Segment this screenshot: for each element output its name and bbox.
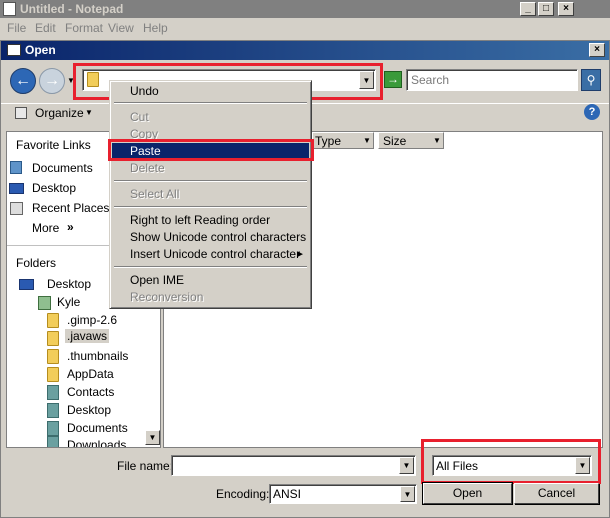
submenu-arrow-icon: ▶: [297, 251, 303, 258]
menu-separator: [114, 102, 307, 104]
tree-clip: Downloads: [7, 435, 160, 447]
documents-icon: [10, 161, 22, 174]
encoding-value: ANSI: [273, 487, 302, 501]
search-placeholder: Search: [411, 73, 450, 87]
annotation-box-paste: [108, 139, 314, 161]
menu-separator: [114, 206, 307, 208]
dialog-icon: [7, 44, 21, 56]
minimize-button[interactable]: _: [520, 2, 536, 16]
favorite-more[interactable]: More: [32, 221, 59, 235]
downloads-folder-icon: [47, 436, 59, 447]
menu-item-open-ime[interactable]: Open IME: [112, 272, 309, 289]
organize-chevron-icon[interactable]: ▼: [85, 108, 93, 117]
tree-item-downloads[interactable]: Downloads: [67, 438, 126, 447]
menu-format[interactable]: Format: [65, 21, 103, 35]
help-icon[interactable]: ?: [584, 104, 600, 120]
organize-label[interactable]: Organize: [35, 106, 84, 120]
tree-item-javaws[interactable]: .javaws: [65, 329, 110, 343]
menu-view[interactable]: View: [108, 21, 134, 35]
folder-icon: [47, 367, 59, 382]
back-arrow-icon: ←: [15, 72, 31, 89]
search-input[interactable]: Search: [406, 69, 578, 91]
chevron-down-icon[interactable]: ▼: [433, 136, 441, 145]
file-name-dropdown-button[interactable]: ▼: [399, 457, 414, 474]
tree-item-desktop[interactable]: Desktop: [47, 277, 91, 291]
menu-item-undo[interactable]: Undo: [112, 83, 309, 100]
documents-folder-icon: [47, 421, 59, 436]
encoding-label: Encoding:: [216, 487, 270, 501]
user-folder-icon: [38, 296, 51, 310]
menu-item-rtl-reading[interactable]: Right to left Reading order: [112, 212, 309, 229]
tree-item-gimp[interactable]: .gimp-2.6: [67, 313, 117, 327]
favorite-recent-places[interactable]: Recent Places: [32, 201, 109, 215]
open-button[interactable]: Open: [422, 482, 513, 505]
desktop-folder-icon: [47, 403, 59, 418]
more-chevron-icon[interactable]: »: [67, 220, 74, 234]
tree-item-desktop-2[interactable]: Desktop: [67, 403, 111, 417]
favorite-links-heading: Favorite Links: [16, 138, 91, 152]
menu-file[interactable]: File: [7, 21, 26, 35]
notepad-menu-bar: File Edit Format View Help: [0, 18, 610, 38]
tree-item-kyle[interactable]: Kyle: [57, 295, 80, 309]
chevron-down-icon[interactable]: ▼: [363, 136, 371, 145]
menu-edit[interactable]: Edit: [35, 21, 56, 35]
annotation-box-filter: [421, 439, 601, 484]
menu-item-delete[interactable]: Delete: [112, 160, 309, 177]
menu-item-cut[interactable]: Cut: [112, 109, 309, 126]
dialog-title-bar: Open ×: [1, 41, 609, 60]
forward-button[interactable]: →: [39, 68, 65, 94]
folder-icon: [47, 313, 59, 328]
forward-arrow-icon: →: [44, 72, 60, 89]
menu-item-select-all[interactable]: Select All: [112, 186, 309, 203]
notepad-title: Untitled - Notepad: [20, 2, 124, 16]
tree-item-appdata[interactable]: AppData: [67, 367, 114, 381]
menu-separator: [114, 180, 307, 182]
folder-icon: [47, 331, 59, 346]
tree-item-documents[interactable]: Documents: [67, 421, 128, 435]
tree-desktop-icon: [19, 279, 34, 290]
dialog-close-button[interactable]: ×: [589, 43, 605, 57]
organize-icon: [15, 107, 27, 119]
favorite-desktop[interactable]: Desktop: [32, 181, 76, 195]
tree-item-contacts[interactable]: Contacts: [67, 385, 114, 399]
cancel-button[interactable]: Cancel: [514, 483, 599, 504]
go-arrow-icon[interactable]: →: [384, 71, 402, 88]
file-name-label: File name:: [117, 459, 174, 473]
folders-heading: Folders: [16, 256, 57, 270]
file-name-input[interactable]: ▼: [171, 455, 416, 476]
menu-item-insert-unicode[interactable]: Insert Unicode control character ▶: [112, 246, 309, 263]
dialog-title: Open: [25, 43, 56, 57]
close-button[interactable]: ×: [558, 2, 574, 16]
tree-scroll-down-button[interactable]: ▼: [145, 430, 160, 445]
encoding-select[interactable]: ANSI ▼: [269, 484, 417, 504]
tree-item-thumbnails[interactable]: .thumbnails: [67, 349, 128, 363]
context-menu: Undo Cut Copy Paste Delete Select All Ri…: [109, 80, 312, 309]
notepad-title-bar: Untitled - Notepad _ □ ×: [0, 0, 610, 18]
back-button[interactable]: ←: [10, 68, 36, 94]
column-type[interactable]: Type ▼: [312, 132, 374, 149]
menu-item-show-unicode[interactable]: Show Unicode control characters: [112, 229, 309, 246]
menu-item-reconversion[interactable]: Reconversion: [112, 289, 309, 306]
contacts-icon: [47, 385, 59, 400]
folder-icon: [47, 349, 59, 364]
maximize-button[interactable]: □: [538, 2, 554, 16]
column-size[interactable]: Size ▼: [378, 132, 444, 149]
desktop-icon: [9, 183, 24, 194]
notepad-icon: [3, 2, 16, 16]
encoding-dropdown-button[interactable]: ▼: [400, 486, 415, 502]
menu-separator: [114, 266, 307, 268]
favorite-documents[interactable]: Documents: [32, 161, 93, 175]
column-size-label: Size: [383, 134, 407, 148]
search-icon[interactable]: ⚲: [581, 69, 601, 91]
column-type-label: Type: [315, 134, 342, 148]
menu-item-insert-unicode-label: Insert Unicode control character: [130, 247, 301, 261]
recent-places-icon: [10, 202, 23, 215]
menu-help[interactable]: Help: [143, 21, 168, 35]
